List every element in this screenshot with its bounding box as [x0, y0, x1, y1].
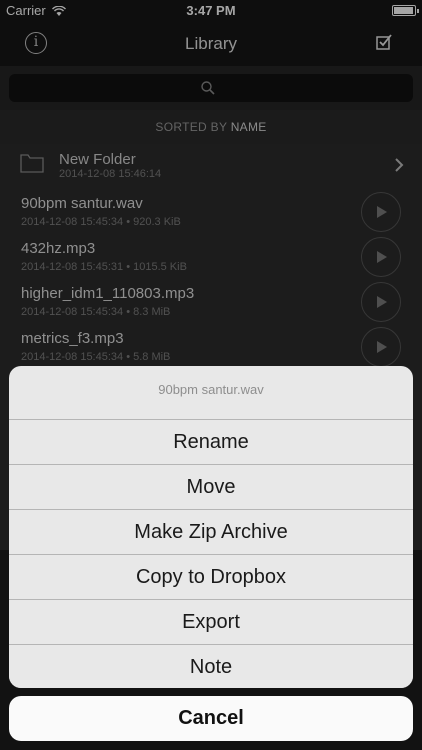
action-sheet-title: 90bpm santur.wav [9, 366, 413, 420]
copy-to-dropbox-button[interactable]: Copy to Dropbox [9, 555, 413, 600]
action-sheet: 90bpm santur.wav Rename Move Make Zip Ar… [9, 366, 413, 688]
export-button[interactable]: Export [9, 600, 413, 645]
make-zip-archive-button[interactable]: Make Zip Archive [9, 510, 413, 555]
rename-button[interactable]: Rename [9, 420, 413, 465]
note-button[interactable]: Note [9, 645, 413, 688]
cancel-button[interactable]: Cancel [9, 696, 413, 741]
move-button[interactable]: Move [9, 465, 413, 510]
